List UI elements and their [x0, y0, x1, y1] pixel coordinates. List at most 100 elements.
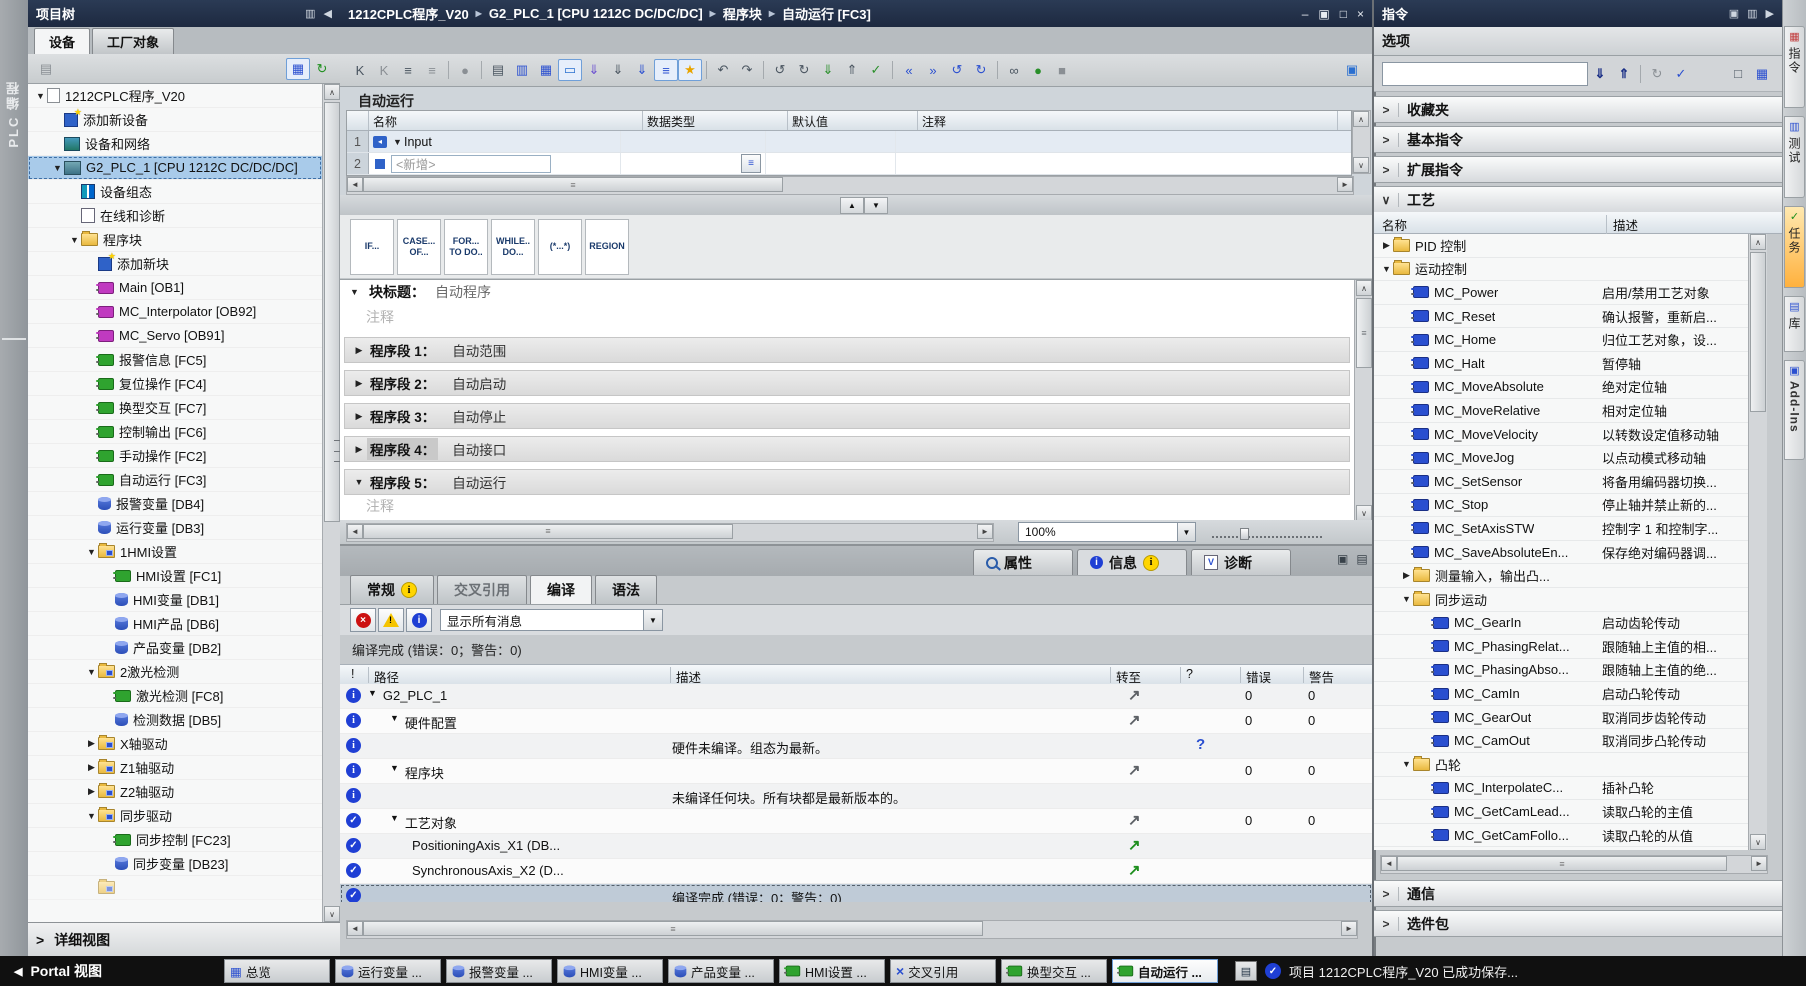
tree-item[interactable]: 添加新设备: [28, 108, 322, 132]
tree-item[interactable]: HMI设置 [FC1]: [28, 564, 322, 588]
scroll-right-icon[interactable]: ►: [977, 524, 993, 539]
tree-item[interactable]: HMI变量 [DB1]: [28, 588, 322, 612]
monitor-glasses-icon[interactable]: ∞: [1002, 59, 1026, 81]
instruction-row[interactable]: MC_Reset确认报警，重新启...: [1374, 305, 1748, 329]
breadcrumb-segment[interactable]: 自动运行 [FC3]: [782, 4, 871, 23]
project-tree-scrollbar[interactable]: ∧ ∨: [322, 84, 341, 922]
tree-item[interactable]: MC_Interpolator [OB92]: [28, 300, 322, 324]
message-row[interactable]: i▼G2_PLC_1↗00: [340, 684, 1372, 709]
tree-item[interactable]: ▶Z1轴驱动: [28, 756, 322, 780]
expander-icon[interactable]: ▶: [351, 345, 367, 356]
network-header[interactable]: ▶程序段 1：自动范围: [344, 337, 1350, 363]
rail-tab-任务[interactable]: ✓任务: [1784, 206, 1805, 288]
compile-check-icon[interactable]: ✓: [864, 59, 888, 81]
tab-diagnostics[interactable]: V 诊断: [1191, 549, 1291, 575]
scroll-thumb[interactable]: ≡: [363, 177, 783, 192]
slider-knob[interactable]: [1240, 528, 1249, 540]
column-name[interactable]: 名称: [1382, 215, 1407, 234]
datatype-picker-icon[interactable]: ≡: [741, 154, 761, 173]
update-block-calls-icon[interactable]: ⇓: [582, 59, 606, 81]
network-title[interactable]: 自动停止: [452, 406, 506, 426]
expander-icon[interactable]: ▶: [1380, 240, 1393, 251]
expander-icon[interactable]: ▼: [390, 713, 399, 732]
rail-tab-指令[interactable]: ▦指令: [1784, 26, 1805, 108]
network-title[interactable]: 自动运行: [452, 472, 506, 492]
interface-column-header[interactable]: 数据类型: [643, 111, 788, 130]
load-start-values-icon[interactable]: ⇓: [630, 59, 654, 81]
taskbar-button[interactable]: ×交叉引用: [890, 959, 996, 983]
instruction-row[interactable]: ▶运动（运动系统）: [1374, 847, 1748, 850]
window-layout-icon[interactable]: ▦: [534, 59, 558, 81]
taskbar-button[interactable]: HMI变量 ...: [557, 959, 663, 983]
goto-arrow-icon[interactable]: ↗: [1128, 686, 1141, 704]
taskbar-button[interactable]: 换型交互 ...: [1001, 959, 1107, 983]
expander-icon[interactable]: ▼: [68, 235, 81, 245]
network-title[interactable]: 自动接口: [452, 439, 506, 459]
split-up-icon[interactable]: ▲: [840, 197, 864, 214]
instruction-row[interactable]: MC_InterpolateC...插补凸轮: [1374, 777, 1748, 801]
tree-item[interactable]: 设备组态: [28, 180, 322, 204]
tree-item[interactable]: Main [OB1]: [28, 276, 322, 300]
tree-item[interactable]: 报警变量 [DB4]: [28, 492, 322, 516]
block-title-value[interactable]: 自动程序: [435, 282, 491, 302]
taskbar-button[interactable]: 报警变量 ...: [446, 959, 552, 983]
split-down-icon[interactable]: ▼: [864, 197, 888, 214]
rail-tab-库[interactable]: ▤库: [1784, 296, 1805, 352]
monitor-all-icon[interactable]: ●: [1026, 59, 1050, 81]
block-title-row[interactable]: ▼ 块标题： 自动程序: [340, 280, 1354, 304]
interface-hscrollbar[interactable]: ◄ ≡ ►: [346, 176, 1354, 195]
section-扩展指令[interactable]: >扩展指令: [1374, 156, 1782, 183]
code-area[interactable]: ▼ 块标题： 自动程序 注释 ▶程序段 1：自动范围▶程序段 2：自动启动▶程序…: [340, 279, 1372, 521]
tree-item[interactable]: ▼2激光检测: [28, 660, 322, 684]
pane-icon[interactable]: ▤: [1356, 552, 1367, 566]
tree-item[interactable]: 控制输出 [FC6]: [28, 420, 322, 444]
open-main-editor-icon[interactable]: ▣: [1340, 59, 1364, 81]
search-down-icon[interactable]: ⇓: [1588, 63, 1612, 85]
scl-comment-button[interactable]: (*...*): [538, 219, 582, 275]
network-header[interactable]: ▶程序段 2：自动启动: [344, 370, 1350, 396]
scl-while-button[interactable]: WHILE..DO...: [491, 219, 535, 275]
taskbar-button[interactable]: ▦总览: [224, 959, 330, 983]
expander-icon[interactable]: ▼: [34, 91, 47, 101]
expander-icon[interactable]: ▶: [351, 444, 367, 455]
zoom-slider[interactable]: [1212, 526, 1322, 538]
network-title[interactable]: 自动范围: [452, 340, 506, 360]
instruction-row[interactable]: MC_Stop停止轴并禁止新的...: [1374, 494, 1748, 518]
instruction-row[interactable]: ▶测量输入，输出凸...: [1374, 564, 1748, 588]
section-基本指令[interactable]: >基本指令: [1374, 126, 1782, 153]
message-column-header[interactable]: ?: [1180, 667, 1193, 683]
instruction-row[interactable]: MC_SetSensor将备用编码器切换...: [1374, 470, 1748, 494]
subtab-编译[interactable]: 编译: [530, 575, 592, 604]
network-header[interactable]: ▶程序段 4：自动接口: [344, 436, 1350, 462]
close-icon[interactable]: ×: [1357, 7, 1364, 21]
expander-icon[interactable]: ▶: [351, 411, 367, 422]
column-desc[interactable]: 描述: [1606, 215, 1638, 234]
instruction-row[interactable]: MC_Home归位工艺对象，设...: [1374, 328, 1748, 352]
favorites-toggle-icon[interactable]: ★: [678, 59, 702, 81]
filter-warnings-button[interactable]: !: [378, 608, 404, 632]
symbol-check-icon[interactable]: K: [372, 59, 396, 81]
message-column-header[interactable]: 路径: [368, 667, 399, 683]
dropdown-icon[interactable]: ▼: [1177, 523, 1195, 541]
rail-tab-Add-Ins[interactable]: ▣Add-Ins: [1784, 360, 1805, 460]
redo-icon[interactable]: ↷: [735, 59, 759, 81]
filter-errors-button[interactable]: ×: [350, 608, 376, 632]
instruction-scrollbar[interactable]: ∧ ∨: [1748, 234, 1767, 850]
taskbar-button[interactable]: HMI设置 ...: [779, 959, 885, 983]
apply-filter-icon[interactable]: ✓: [1669, 63, 1693, 85]
tree-item[interactable]: 添加新块: [28, 252, 322, 276]
tree-item[interactable]: 同步变量 [DB23]: [28, 852, 322, 876]
tab-info[interactable]: i 信息 i: [1077, 549, 1187, 575]
instruction-row[interactable]: MC_PhasingRelat...跟随轴上主值的相...: [1374, 635, 1748, 659]
instruction-row[interactable]: MC_MoveRelative相对定位轴: [1374, 399, 1748, 423]
inspector-hscrollbar[interactable]: ◄ ≡ ►: [346, 920, 1358, 939]
tree-item[interactable]: ▼同步驱动: [28, 804, 322, 828]
instruction-row[interactable]: MC_GearIn启动齿轮传动: [1374, 612, 1748, 636]
message-row[interactable]: ✓编译完成 (错误：0；警告：0): [340, 884, 1372, 902]
detail-view-bar[interactable]: > 详细视图: [28, 922, 340, 956]
comments-toggle-icon[interactable]: ▭: [558, 59, 582, 81]
tree-item[interactable]: 设备和网络: [28, 132, 322, 156]
section-收藏夹[interactable]: >收藏夹: [1374, 96, 1782, 123]
expander-icon[interactable]: ▼: [390, 813, 399, 832]
window-split-icon[interactable]: ▥: [510, 59, 534, 81]
